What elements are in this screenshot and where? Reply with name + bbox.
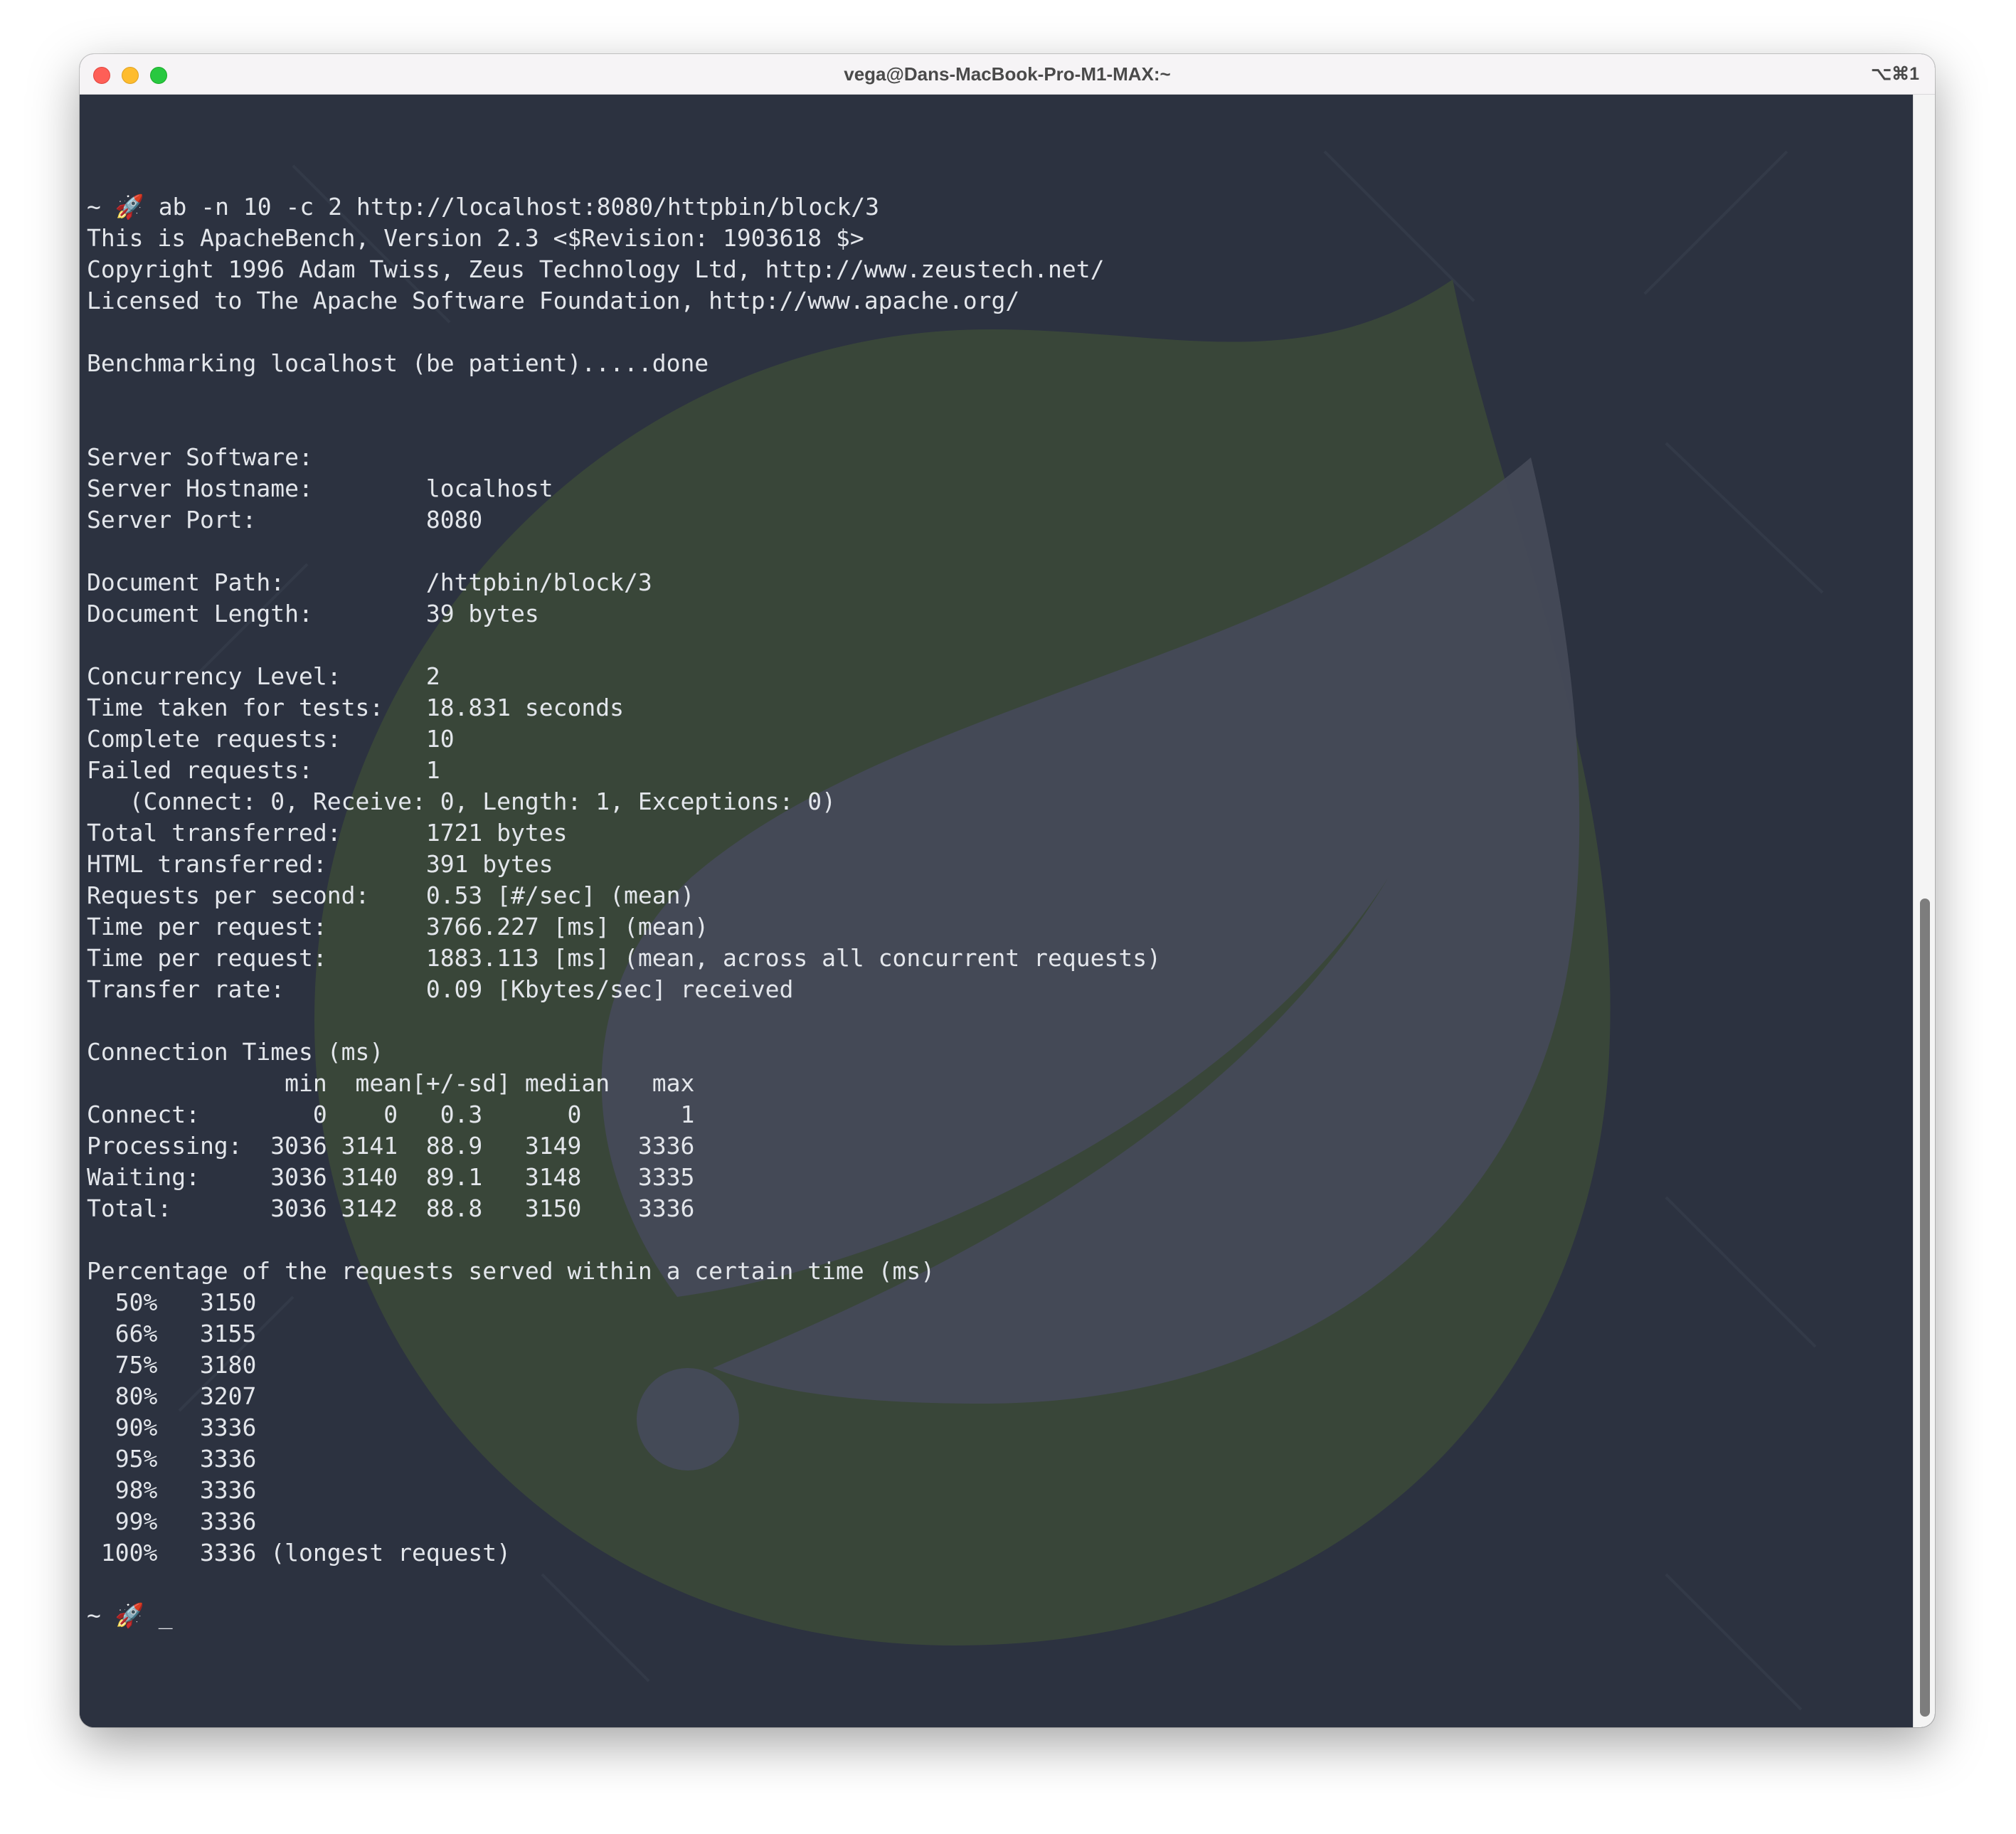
terminal-line: Requests per second: 0.53 [#/sec] (mean): [87, 881, 695, 909]
terminal-line: Document Path: /httpbin/block/3: [87, 568, 652, 596]
shell-prompt: ~ 🚀: [87, 1601, 159, 1629]
terminal-output[interactable]: ~ 🚀 ab -n 10 -c 2 http://localhost:8080/…: [87, 129, 1161, 1694]
terminal-line: ~ 🚀 ab -n 10 -c 2 http://localhost:8080/…: [87, 193, 879, 221]
terminal-line: Transfer rate: 0.09 [Kbytes/sec] receive…: [87, 975, 794, 1003]
terminal-line: Time per request: 3766.227 [ms] (mean): [87, 913, 709, 940]
terminal-line: Copyright 1996 Adam Twiss, Zeus Technolo…: [87, 255, 1105, 283]
terminal-line: Percentage of the requests served within…: [87, 1257, 935, 1285]
terminal-line: 50% 3150: [87, 1288, 257, 1316]
terminal-line: Time taken for tests: 18.831 seconds: [87, 694, 624, 721]
terminal-line: Waiting: 3036 3140 89.1 3148 3335: [87, 1163, 695, 1191]
terminal-line: 99% 3336: [87, 1507, 257, 1535]
terminal-line: Failed requests: 1: [87, 756, 440, 784]
terminal-line: Connection Times (ms): [87, 1038, 384, 1066]
terminal-line: Connect: 0 0 0.3 0 1: [87, 1101, 695, 1128]
terminal-line: HTML transferred: 391 bytes: [87, 850, 553, 878]
terminal-line: 95% 3336: [87, 1445, 257, 1473]
terminal-line: Licensed to The Apache Software Foundati…: [87, 287, 1020, 314]
title-bar: vega@Dans-MacBook-Pro-M1-MAX:~ ⌥⌘1: [80, 54, 1935, 95]
terminal-line: Server Software:: [87, 443, 313, 471]
terminal-line: Server Hostname: localhost: [87, 475, 553, 502]
terminal-line: 75% 3180: [87, 1351, 257, 1379]
terminal-line: min mean[+/-sd] median max: [87, 1069, 695, 1097]
terminal-line: 90% 3336: [87, 1414, 257, 1441]
terminal-line: 80% 3207: [87, 1382, 257, 1410]
terminal-area[interactable]: ~ 🚀 ab -n 10 -c 2 http://localhost:8080/…: [80, 95, 1935, 1727]
terminal-line: Total transferred: 1721 bytes: [87, 819, 568, 847]
terminal-line: Complete requests: 10: [87, 725, 455, 753]
terminal-line: Time per request: 1883.113 [ms] (mean, a…: [87, 944, 1161, 972]
terminal-line: (Connect: 0, Receive: 0, Length: 1, Exce…: [87, 788, 836, 815]
window-shortcut: ⌥⌘1: [1871, 64, 1919, 84]
text-cursor: _: [158, 1601, 173, 1629]
terminal-line: 100% 3336 (longest request): [87, 1539, 511, 1567]
window-title: vega@Dans-MacBook-Pro-M1-MAX:~: [844, 63, 1171, 85]
prompt-line[interactable]: ~ 🚀 _: [87, 1600, 1161, 1631]
terminal-line: Server Port: 8080: [87, 506, 483, 534]
terminal-line: Concurrency Level: 2: [87, 662, 440, 690]
scrollbar-thumb[interactable]: [1920, 899, 1930, 1717]
vertical-scrollbar[interactable]: [1913, 95, 1935, 1727]
terminal-line: Benchmarking localhost (be patient).....…: [87, 349, 709, 377]
terminal-line: This is ApacheBench, Version 2.3 <$Revis…: [87, 224, 864, 252]
terminal-line: Total: 3036 3142 88.8 3150 3336: [87, 1194, 695, 1222]
terminal-window: vega@Dans-MacBook-Pro-M1-MAX:~ ⌥⌘1 ~ 🚀 a…: [80, 54, 1935, 1727]
terminal-line: Document Length: 39 bytes: [87, 600, 539, 627]
terminal-line: Processing: 3036 3141 88.9 3149 3336: [87, 1132, 695, 1160]
terminal-line: 98% 3336: [87, 1476, 257, 1504]
terminal-line: 66% 3155: [87, 1320, 257, 1347]
